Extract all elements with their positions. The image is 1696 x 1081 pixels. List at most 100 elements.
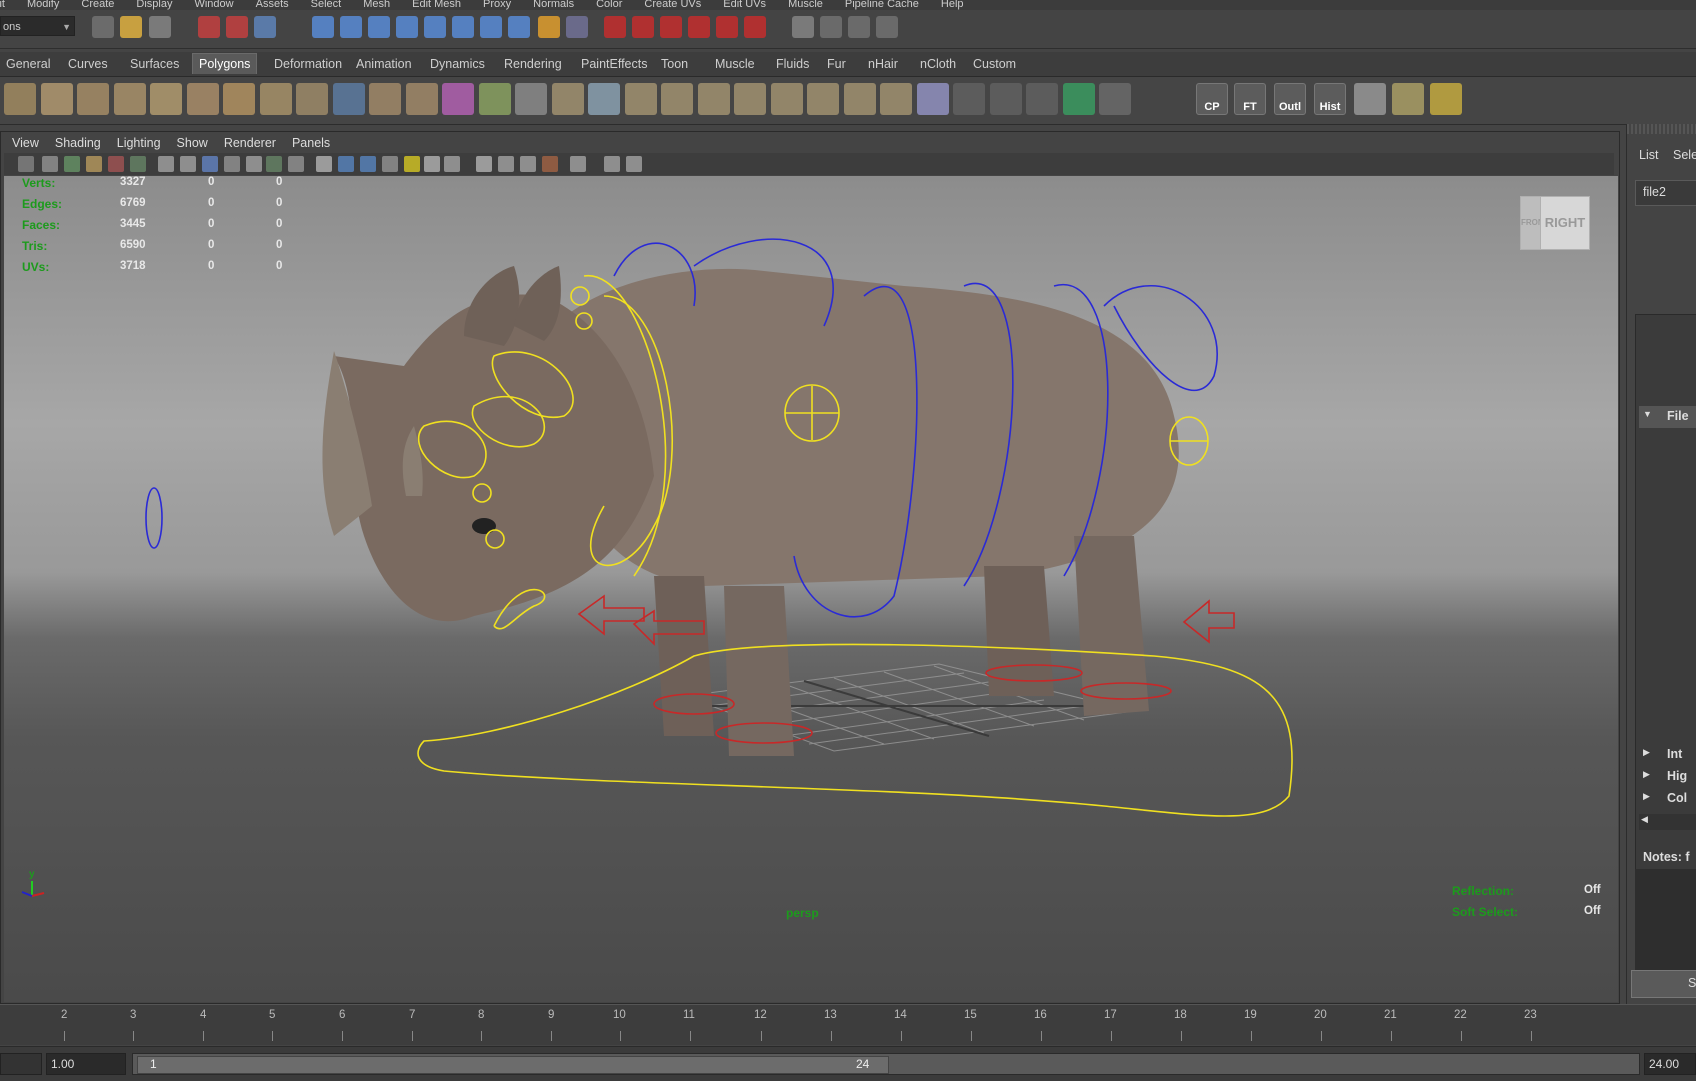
poke-icon[interactable] (880, 83, 912, 115)
tab-selected[interactable]: Sele (1673, 148, 1696, 162)
image-plane-icon[interactable] (86, 156, 102, 172)
snap-curve-icon[interactable] (340, 16, 362, 38)
section-col[interactable]: ▶ Col (1639, 788, 1696, 810)
shelf-hist-button[interactable]: Hist (1314, 83, 1346, 115)
viewport-3d[interactable]: Verts: 3327 0 0 Edges: 6769 0 0 Faces: 3445 0 0 Tris… (4, 176, 1618, 1002)
tab-custom[interactable]: Custom (967, 54, 1022, 74)
poly-torus-icon[interactable] (186, 83, 219, 115)
tab-fluids[interactable]: Fluids (770, 54, 815, 74)
panel-drag-handle[interactable] (1627, 124, 1696, 134)
shelf-ft-button[interactable]: FT (1234, 83, 1266, 115)
extra-tool-icon[interactable] (1354, 83, 1386, 115)
tab-surfaces[interactable]: Surfaces (124, 54, 185, 74)
append-polygon-icon[interactable] (588, 83, 620, 115)
menu-pipeline-cache[interactable]: Pipeline Cache (845, 0, 919, 10)
menu-assets[interactable]: Assets (256, 0, 289, 10)
mirror-icon[interactable] (515, 83, 547, 115)
snap-point-icon[interactable] (368, 16, 390, 38)
xray-joints-icon[interactable] (604, 156, 620, 172)
grease-pencil-icon[interactable] (130, 156, 146, 172)
viewport-menu-renderer[interactable]: Renderer (224, 133, 276, 153)
extract-icon[interactable] (442, 83, 474, 115)
viewport-menu-show[interactable]: Show (177, 133, 208, 153)
menu-color[interactable]: Color (596, 0, 622, 10)
bookmark-icon[interactable] (64, 156, 80, 172)
menu-create[interactable]: Create (81, 0, 114, 10)
magnet-icon[interactable] (744, 16, 766, 38)
rhino-mesh[interactable] (322, 266, 1179, 756)
extra-tool-3-icon[interactable] (1430, 83, 1462, 115)
construction-history-icon[interactable] (566, 16, 588, 38)
viewport-menu-lighting[interactable]: Lighting (117, 133, 161, 153)
menu-help[interactable]: Help (941, 0, 964, 10)
tab-painteffects[interactable]: PaintEffects (575, 54, 653, 74)
poly-cylinder-icon[interactable] (77, 83, 109, 115)
section-file[interactable]: ▼ File (1639, 406, 1696, 428)
film-settings-icon[interactable] (820, 16, 842, 38)
scroll-left-icon[interactable]: ◀ (1641, 814, 1648, 825)
range-slider-handle[interactable]: 1 24 (137, 1056, 889, 1074)
open-scene-icon[interactable] (120, 16, 142, 38)
poly-sphere-icon[interactable] (4, 83, 36, 115)
view-cube[interactable]: FRONT RIGHT (1520, 196, 1590, 254)
xray-components-icon[interactable] (626, 156, 642, 172)
automatic-mapping-icon[interactable] (1062, 83, 1095, 115)
merge-icon[interactable] (770, 83, 803, 115)
range-slider[interactable]: 1 24 (132, 1053, 1640, 1075)
snap-surface-icon[interactable] (480, 16, 502, 38)
tab-ncloth[interactable]: nCloth (914, 54, 962, 74)
horizontal-scrollbar[interactable]: ◀ (1639, 814, 1696, 830)
select-button[interactable]: S (1631, 970, 1696, 998)
sculpt-icon[interactable] (916, 83, 949, 115)
wireframe-icon[interactable] (316, 156, 332, 172)
poly-soccer-ball-icon[interactable] (296, 83, 328, 115)
select-by-hierarchy-icon[interactable] (198, 16, 220, 38)
tab-list[interactable]: List (1639, 148, 1658, 162)
planar-mapping-icon[interactable] (953, 83, 985, 115)
tab-rendering[interactable]: Rendering (498, 54, 568, 74)
textured-icon[interactable] (382, 156, 398, 172)
viewport-menu-shading[interactable]: Shading (55, 133, 101, 153)
menu-display[interactable]: Display (136, 0, 172, 10)
menu-modify[interactable]: Modify (27, 0, 59, 10)
tab-fur[interactable]: Fur (821, 54, 852, 74)
offset-edge-loop-icon[interactable] (697, 83, 730, 115)
tab-general[interactable]: General (0, 54, 56, 74)
camera-attributes-icon[interactable] (42, 156, 58, 172)
menu-set-selector[interactable]: ons ▼ (0, 16, 75, 36)
tab-curves[interactable]: Curves (62, 54, 114, 74)
render-settings-icon[interactable] (660, 16, 682, 38)
node-tab[interactable]: file2 (1635, 180, 1696, 206)
xray-icon[interactable] (570, 156, 586, 172)
render-current-icon[interactable] (604, 16, 626, 38)
snap-view-icon[interactable] (452, 16, 474, 38)
shelf-outl-button[interactable]: Outl (1274, 83, 1306, 115)
smooth-icon[interactable] (405, 83, 438, 115)
snap-plane-icon[interactable] (396, 16, 418, 38)
shelf-cp-button[interactable]: CP (1196, 83, 1228, 115)
extrude-icon[interactable] (551, 83, 584, 115)
poly-cone-icon[interactable] (113, 83, 146, 115)
hypershade-icon[interactable] (688, 16, 710, 38)
isolate-select-icon[interactable] (542, 156, 558, 172)
ambient-occlusion-icon[interactable] (444, 156, 460, 172)
menu-edit-mesh[interactable]: Edit Mesh (412, 0, 461, 10)
poly-cube-icon[interactable] (40, 83, 73, 115)
section-hig[interactable]: ▶ Hig (1639, 766, 1696, 788)
collapse-icon[interactable] (807, 83, 839, 115)
save-scene-icon[interactable] (149, 16, 171, 38)
tab-deformation[interactable]: Deformation (268, 54, 348, 74)
menu-edit[interactable]: Edit (0, 0, 5, 10)
start-time-field[interactable]: 1.00 (46, 1053, 126, 1075)
lock-icon[interactable] (538, 16, 560, 38)
select-camera-icon[interactable] (18, 156, 34, 172)
cylindrical-mapping-icon[interactable] (989, 83, 1022, 115)
extra-tool-2-icon[interactable] (1392, 83, 1424, 115)
default-material-icon[interactable] (360, 156, 376, 172)
menu-muscle[interactable]: Muscle (788, 0, 823, 10)
current-frame-box[interactable] (0, 1053, 42, 1075)
smooth-shade-icon[interactable] (338, 156, 354, 172)
clapboard-icon[interactable] (792, 16, 814, 38)
help-icon[interactable] (508, 16, 530, 38)
spherical-mapping-icon[interactable] (1026, 83, 1058, 115)
